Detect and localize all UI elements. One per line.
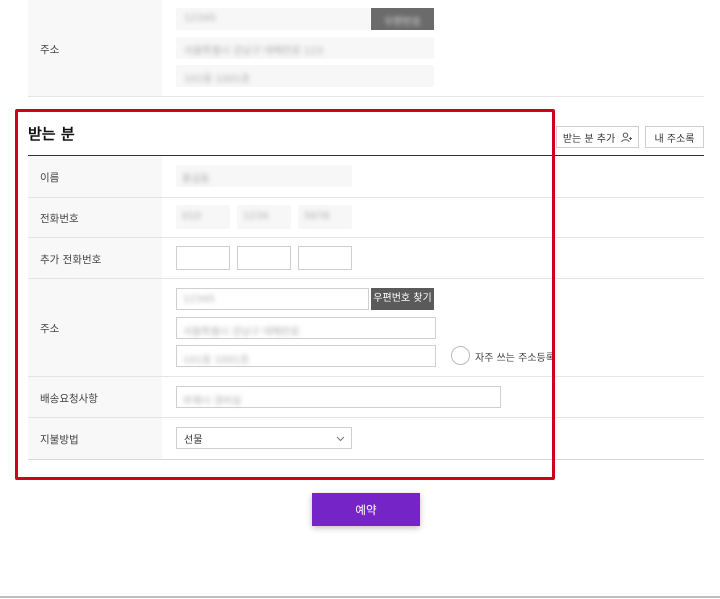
page-bottom-rule [0,596,720,598]
add-recipient-label: 받는 분 추가 [562,133,616,145]
top-address2-value: 101동 1001호 [184,74,251,85]
top-address1-value: 서울특별시 강남구 테헤란로 123 [184,46,324,57]
reserve-button[interactable]: 예약 [312,493,420,526]
my-address-book-label: 내 주소록 [654,133,695,145]
top-address-label: 주소 [40,44,60,56]
top-zipcode-field[interactable]: 12345 [176,8,370,30]
top-section-divider [28,96,704,97]
top-address1-field[interactable]: 서울특별시 강남구 테헤란로 123 [176,37,434,59]
add-recipient-button[interactable]: 받는 분 추가 [556,126,639,148]
top-zipcode-button[interactable]: 우편번호 [371,8,434,30]
top-zipcode-value: 12345 [184,13,216,24]
my-address-book-button[interactable]: 내 주소록 [645,126,704,148]
top-zipcode-button-label: 우편번호 [384,17,421,28]
person-add-icon [621,132,633,143]
top-address2-field[interactable]: 101동 1001호 [176,65,434,87]
highlight-frame [15,109,555,480]
